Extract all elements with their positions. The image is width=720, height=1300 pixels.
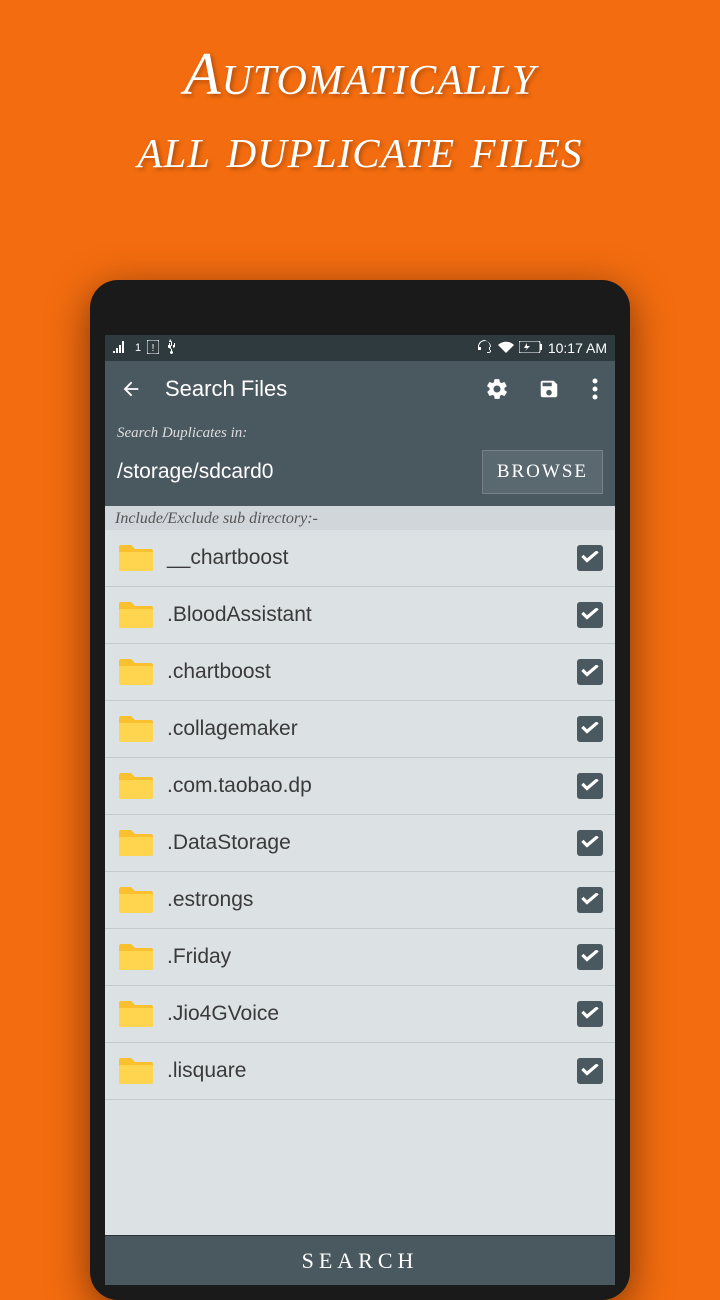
folder-icon (117, 657, 155, 687)
folder-icon (117, 885, 155, 915)
file-name: .BloodAssistant (167, 603, 565, 627)
file-row[interactable]: .estrongs (105, 872, 615, 929)
battery-icon (519, 340, 543, 356)
file-name: __chartboost (167, 546, 565, 570)
file-name: .lisquare (167, 1059, 565, 1083)
folder-icon (117, 771, 155, 801)
phone-frame: 1 ! 10:17 AM (90, 280, 630, 1300)
status-time: 10:17 AM (548, 340, 607, 356)
alert-icon: ! (147, 340, 159, 357)
file-name: .estrongs (167, 888, 565, 912)
headset-icon (477, 340, 493, 357)
folder-icon (117, 714, 155, 744)
file-checkbox[interactable] (577, 773, 603, 799)
back-button[interactable] (113, 371, 149, 407)
file-name: .Jio4GVoice (167, 1002, 565, 1026)
file-row[interactable]: .chartboost (105, 644, 615, 701)
folder-icon (117, 543, 155, 573)
folder-icon (117, 1056, 155, 1086)
folder-icon (117, 942, 155, 972)
folder-icon (117, 828, 155, 858)
screen: 1 ! 10:17 AM (105, 335, 615, 1285)
file-checkbox[interactable] (577, 545, 603, 571)
file-name: .Friday (167, 945, 565, 969)
promo-line2: all duplicate files (0, 114, 720, 181)
status-bar: 1 ! 10:17 AM (105, 335, 615, 361)
app-title: Search Files (165, 376, 463, 402)
settings-button[interactable] (479, 371, 515, 407)
signal-icon (113, 340, 129, 356)
browse-button[interactable]: BROWSE (482, 450, 603, 494)
save-button[interactable] (531, 371, 567, 407)
file-list[interactable]: __chartboost .BloodAssistant .chartboost .c… (105, 530, 615, 1235)
status-right: 10:17 AM (477, 340, 607, 357)
promo-heading: Automatically all duplicate files (0, 0, 720, 181)
file-name: .DataStorage (167, 831, 565, 855)
file-checkbox[interactable] (577, 1058, 603, 1084)
file-checkbox[interactable] (577, 887, 603, 913)
sim-icon: 1 (135, 342, 141, 354)
folder-icon (117, 999, 155, 1029)
file-row[interactable]: .DataStorage (105, 815, 615, 872)
file-row[interactable]: __chartboost (105, 530, 615, 587)
overflow-menu-button[interactable] (583, 371, 607, 407)
wifi-icon (498, 340, 514, 356)
file-name: .collagemaker (167, 717, 565, 741)
file-checkbox[interactable] (577, 830, 603, 856)
file-row[interactable]: .BloodAssistant (105, 587, 615, 644)
file-name: .com.taobao.dp (167, 774, 565, 798)
file-row[interactable]: .com.taobao.dp (105, 758, 615, 815)
folder-icon (117, 600, 155, 630)
usb-icon (165, 339, 175, 358)
app-bar: Search Files (105, 361, 615, 417)
file-row[interactable]: .Jio4GVoice (105, 986, 615, 1043)
file-name: .chartboost (167, 660, 565, 684)
file-row[interactable]: .Friday (105, 929, 615, 986)
file-row[interactable]: .lisquare (105, 1043, 615, 1100)
file-row[interactable]: .collagemaker (105, 701, 615, 758)
file-checkbox[interactable] (577, 1001, 603, 1027)
section-label: Include/Exclude sub directory:- (105, 506, 615, 530)
svg-text:!: ! (152, 343, 155, 354)
file-checkbox[interactable] (577, 944, 603, 970)
status-left: 1 ! (113, 339, 175, 358)
file-checkbox[interactable] (577, 602, 603, 628)
search-panel: Search Duplicates in: /storage/sdcard0 B… (105, 417, 615, 506)
search-label: Search Duplicates in: (117, 425, 603, 442)
promo-line1: Automatically (0, 40, 720, 109)
search-path: /storage/sdcard0 (117, 460, 472, 484)
file-checkbox[interactable] (577, 659, 603, 685)
file-checkbox[interactable] (577, 716, 603, 742)
search-button[interactable]: SEARCH (105, 1235, 615, 1285)
